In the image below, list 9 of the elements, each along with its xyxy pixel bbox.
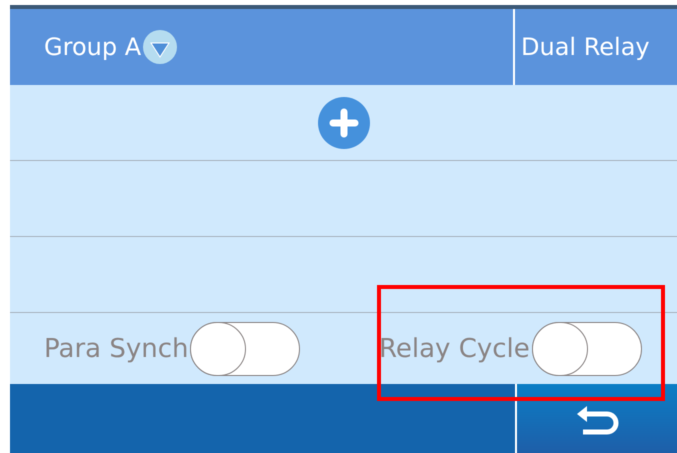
mode-label: Dual Relay [521,33,650,61]
group-name: Group A [44,33,142,61]
toggle-label: Relay Cycle [379,334,530,364]
toggle-switch[interactable] [532,322,642,376]
add-icon[interactable] [318,96,370,148]
dropdown-icon[interactable] [143,30,178,64]
back-button[interactable] [517,384,677,453]
toggle-switch[interactable] [190,322,300,376]
toggle-label: Para Synch [44,334,188,364]
